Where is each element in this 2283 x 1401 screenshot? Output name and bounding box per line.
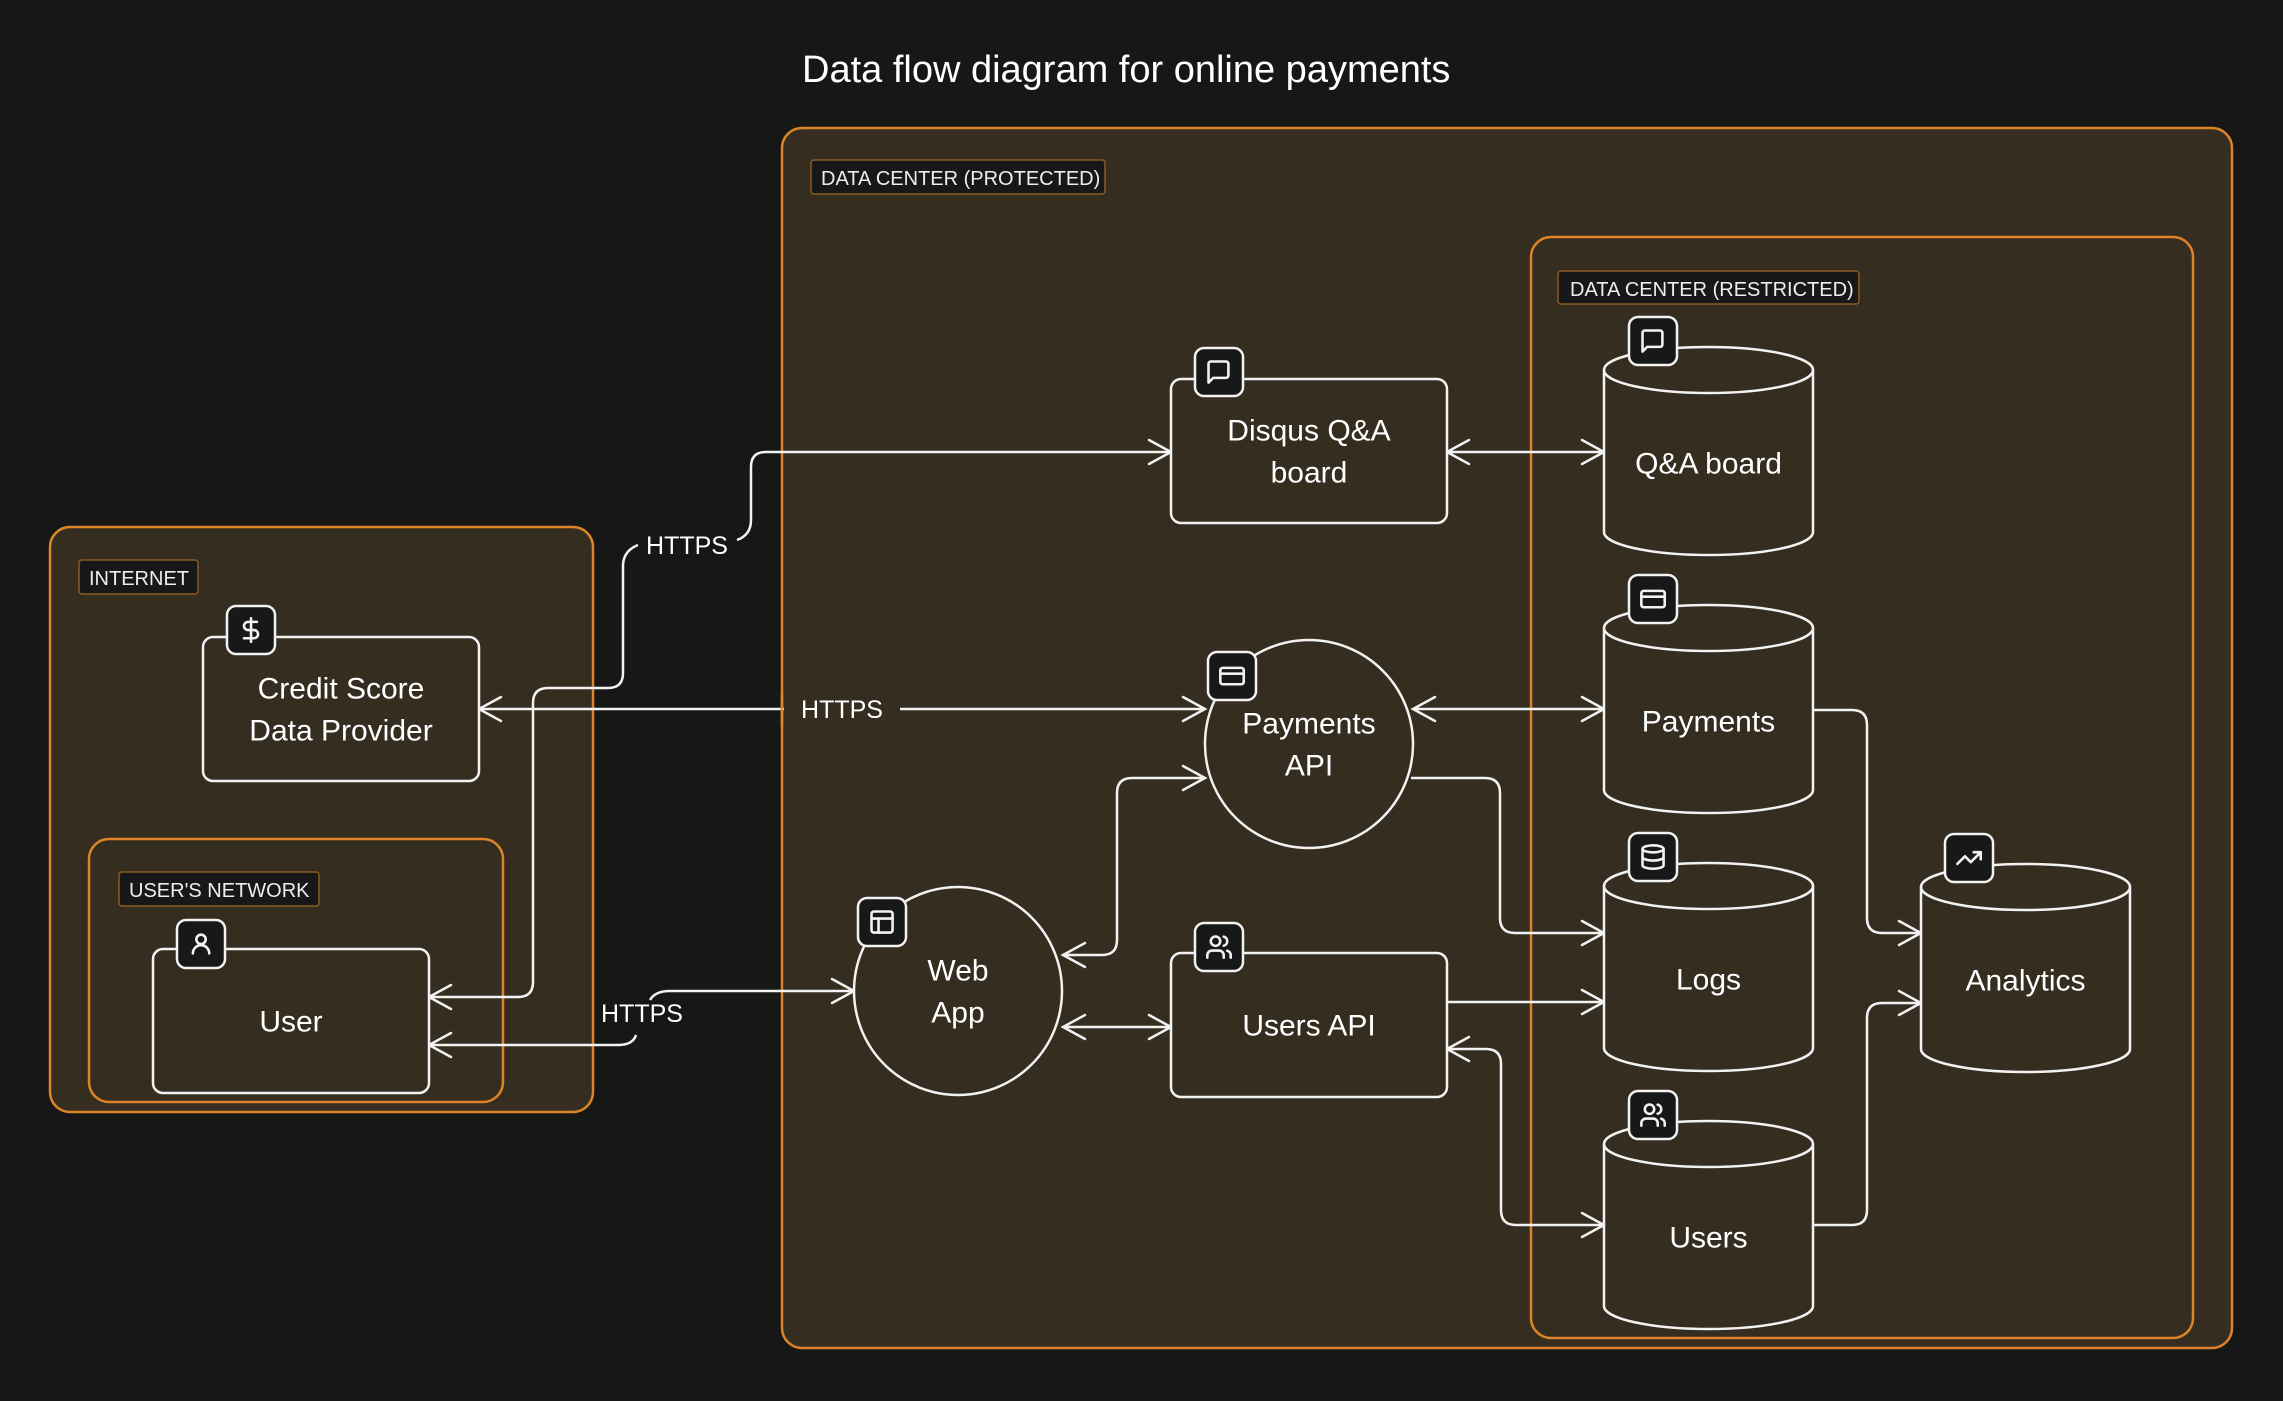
edge-label-text: HTTPS	[601, 1000, 683, 1028]
credit-card-icon	[1627, 573, 1679, 625]
edge-label-credit-payments-api: HTTPS	[780, 694, 900, 726]
users-icon	[1193, 921, 1245, 973]
group-restricted-label: DATA CENTER (RESTRICTED)	[1570, 279, 1854, 301]
message-square-icon	[1627, 315, 1679, 367]
message-square-icon	[1193, 346, 1245, 398]
dollar-icon	[225, 604, 277, 656]
node-label: board	[1271, 457, 1348, 490]
node-analytics[interactable]: Analytics	[1919, 832, 2132, 1074]
database-icon	[1627, 831, 1679, 883]
edge-label-user-disqus: HTTPS	[646, 532, 728, 560]
node-label: Logs	[1676, 964, 1741, 997]
node-label: API	[1285, 750, 1333, 783]
node-label: Q&A board	[1635, 448, 1782, 481]
node-payments-api[interactable]: Payments API	[1203, 638, 1415, 850]
node-label: Data Provider	[249, 715, 432, 748]
diagram-title: Data flow diagram for online payments	[802, 49, 1450, 91]
node-qa-board[interactable]: Q&A board	[1602, 315, 1815, 557]
credit-card-icon	[1206, 650, 1258, 702]
node-users-db[interactable]: Users	[1602, 1089, 1815, 1331]
group-protected-label: DATA CENTER (PROTECTED)	[821, 168, 1100, 190]
data-flow-diagram: Data flow diagram for online payments DA…	[48, 49, 2234, 1350]
node-label: Disqus Q&A	[1227, 415, 1390, 448]
node-web-app[interactable]: Web App	[852, 885, 1064, 1097]
layout-icon	[856, 896, 908, 948]
node-label: Payments	[1642, 706, 1775, 739]
node-label: Analytics	[1965, 965, 2085, 998]
node-label: Web	[927, 955, 988, 988]
node-label: Credit Score	[258, 673, 425, 706]
edge-label-user-webapp: HTTPS	[601, 1000, 683, 1028]
node-label: User	[259, 1006, 322, 1039]
trending-up-icon	[1943, 832, 1995, 884]
group-internet-label: INTERNET	[89, 568, 189, 590]
node-label: Payments	[1242, 708, 1375, 741]
users-icon	[1627, 1089, 1679, 1141]
node-label: Users API	[1242, 1010, 1375, 1043]
edge-label-text: HTTPS	[801, 696, 883, 724]
process-box	[1169, 377, 1449, 525]
process-box	[201, 635, 481, 783]
edge-label-text: HTTPS	[646, 532, 728, 560]
node-payments-db[interactable]: Payments	[1602, 573, 1815, 815]
node-label: App	[931, 997, 984, 1030]
user-icon	[175, 918, 227, 970]
group-users-network-label: USER'S NETWORK	[129, 880, 310, 902]
node-logs[interactable]: Logs	[1602, 831, 1815, 1073]
node-label: Users	[1669, 1222, 1747, 1255]
